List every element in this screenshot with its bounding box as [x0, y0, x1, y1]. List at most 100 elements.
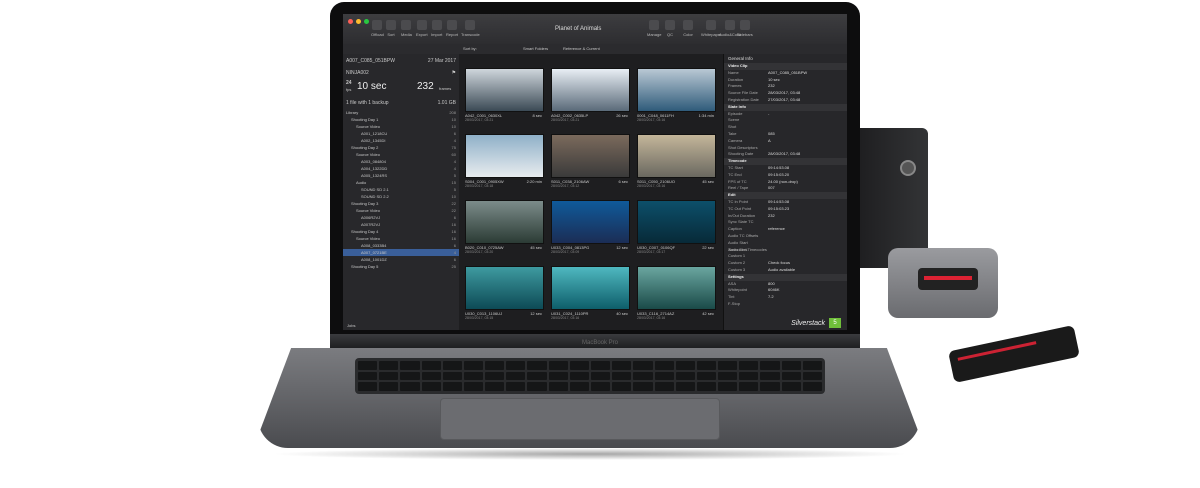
- property-value[interactable]: 232: [768, 213, 775, 220]
- storage-device-portable: [948, 325, 1080, 383]
- clip-thumbnail[interactable]: U033_C004_0813PG 12 sec 28/03/2017, 03:09: [551, 200, 630, 254]
- property-key: Episode: [728, 110, 743, 116]
- library-sidebar: A007_C085_051BPW 27 Mar 2017 NINJA002 ⚑ 24…: [343, 54, 460, 330]
- property-value[interactable]: 24.00 (non-drop): [768, 179, 798, 186]
- zoom-icon[interactable]: [364, 19, 369, 24]
- window-title[interactable]: Planet of Animals: [555, 26, 601, 32]
- sidebar-item-a004-1322dd[interactable]: A004_1322DD 4: [343, 165, 459, 172]
- sidebar-item-a007r2vj[interactable]: A007R2VJ 16: [343, 221, 459, 228]
- jobs-label[interactable]: Jobs: [347, 323, 355, 328]
- close-icon[interactable]: [348, 19, 353, 24]
- property-value[interactable]: 007: [768, 185, 775, 192]
- clip-thumbnail[interactable]: B020_C010_0725AW 45 sec 28/03/2017, 03:20: [465, 200, 544, 254]
- sidebar-item-a005-1324rs[interactable]: A005_1324RS 5: [343, 172, 459, 179]
- sidebar-item-label: A003_084804: [361, 159, 386, 164]
- smart-folders-tab[interactable]: Smart Folders: [523, 46, 548, 51]
- property-key: Audio Start Timecodes: [728, 239, 748, 252]
- sidebar-item-a008-0333b4[interactable]: A008_0333B4 6: [343, 242, 459, 249]
- clip-preview-image: [465, 200, 544, 244]
- sidebar-item-a008-1001dz[interactable]: A008_1001DZ 6: [343, 256, 459, 263]
- property-value[interactable]: 7.2: [768, 294, 774, 301]
- clip-date: 28/03/2017, 03:16: [637, 118, 666, 122]
- sidebar-item-source-video[interactable]: Source Video 16: [343, 235, 459, 242]
- inspector-section-edit[interactable]: Edit: [724, 192, 847, 199]
- property-value[interactable]: 800: [768, 281, 775, 288]
- sidebar-item-sound-sd-2-2[interactable]: SOUND SD 2.2 10: [343, 193, 459, 200]
- sidebar-item-a003-084804[interactable]: A003_084804 4: [343, 158, 459, 165]
- sidebar-item-count: 5: [453, 187, 456, 192]
- sidebar-item-a002-1345di[interactable]: A002_1345DI 4: [343, 137, 459, 144]
- inspector-section-video-clip[interactable]: Video Clip: [724, 63, 847, 70]
- transcode-button[interactable]: Transcode: [461, 20, 480, 37]
- inspector-section-timecode[interactable]: Timecode: [724, 158, 847, 165]
- sidebar-item-shooting-day-1[interactable]: Shooting Day 1 10: [343, 116, 459, 123]
- duration-value: 10 sec: [357, 81, 387, 92]
- property-value[interactable]: -: [768, 111, 769, 118]
- sidebar-item-a006r2vj[interactable]: A006R2VJ 6: [343, 214, 459, 221]
- clip-thumbnail[interactable]: A042_C002_0635LP 26 sec 28/03/2017, 03:21: [551, 68, 630, 122]
- property-value[interactable]: A007_C085_051BPW: [768, 70, 807, 77]
- clip-thumbnail[interactable]: A042_C001_0630XL 8 sec 28/03/2017, 03:21: [465, 68, 544, 122]
- property-value[interactable]: 085: [768, 131, 775, 138]
- clip-thumbnail[interactable]: S004_C001_0905XW 2:20 min 28/03/2017, 03:1…: [465, 134, 544, 188]
- qc-button[interactable]: QC: [665, 20, 675, 37]
- property-value[interactable]: 232: [768, 83, 775, 90]
- sidebar-item-a001-1218cu[interactable]: A001_1218CU 6: [343, 130, 459, 137]
- clip-thumbnail[interactable]: U033_C116_2714AZ 42 sec 28/03/2017, 03:16: [637, 266, 716, 320]
- property-key: In/Out Duration: [728, 212, 756, 218]
- sidebar-item-shooting-day-3[interactable]: Shooting Day 3 22: [343, 200, 459, 207]
- property-value[interactable]: 09:15:03.20: [768, 172, 789, 179]
- property-value[interactable]: 28/03/2017, 03:48: [768, 90, 800, 97]
- sidebar-item-sound-sd-2-1[interactable]: SOUND SD 2.1 5: [343, 186, 459, 193]
- sidebar-item-source-video[interactable]: Source Video 10: [343, 123, 459, 130]
- property-value[interactable]: reference: [768, 226, 785, 233]
- sidebar-item-shooting-day-5[interactable]: Shooting Day 5 25: [343, 263, 459, 270]
- property-value[interactable]: 09:14:53.08: [768, 199, 789, 206]
- whitepaper-icon: [706, 20, 717, 30]
- sort-button[interactable]: Sort: [386, 20, 396, 37]
- clip-thumbnail[interactable]: U031_C024_1110PR 40 sec 28/03/2017, 03:16: [551, 266, 630, 320]
- color-button[interactable]: Color: [683, 20, 693, 37]
- property-key: Reel / Tape: [728, 185, 749, 191]
- sidebar-item-a007-0721be[interactable]: A007_0721BE 4: [343, 249, 459, 256]
- property-key: Scene: [728, 117, 740, 123]
- sidebar-item-count: 10: [451, 117, 456, 122]
- sidebar-item-shooting-day-2[interactable]: Shooting Day 2 75: [343, 144, 459, 151]
- property-value[interactable]: Check focus: [768, 260, 790, 267]
- media-button[interactable]: Media: [401, 20, 412, 37]
- clip-thumbnail[interactable]: U030_C007_0106QF 22 sec 28/03/2017, 03:17: [637, 200, 716, 254]
- property-key: Shot: [728, 124, 737, 130]
- clip-thumbnail[interactable]: 0001_C048_0611FH 1:34 min 28/03/2017, 03:1…: [637, 68, 716, 122]
- property-value[interactable]: A: [768, 138, 771, 145]
- sidebar-item-audio[interactable]: Audio 15: [343, 179, 459, 186]
- reference-tab[interactable]: Reference & Current: [563, 46, 600, 51]
- inspector-section-settings[interactable]: Settings: [724, 273, 847, 281]
- offload-button[interactable]: Offload: [371, 20, 384, 37]
- sidebar-item-shooting-day-4[interactable]: Shooting Day 4 16: [343, 228, 459, 235]
- property-value[interactable]: 6046K: [768, 287, 780, 294]
- clip-preview-image: [637, 266, 716, 310]
- inspector-section-slate-info[interactable]: Slate Info: [724, 103, 847, 111]
- sidebar-item-library[interactable]: Library 208: [343, 109, 459, 116]
- sidebars-button[interactable]: Sidebars: [737, 20, 753, 37]
- clip-thumbnail[interactable]: S011_C050_2106UO 45 sec 28/03/2017, 03:16: [637, 134, 716, 188]
- manage-button[interactable]: Manage: [647, 20, 661, 37]
- property-value[interactable]: 10 sec: [768, 77, 780, 84]
- clip-thumbnail[interactable]: U030_C013_1106UJ 12 sec 28/03/2017, 03:15: [465, 266, 544, 320]
- import-button[interactable]: Import: [431, 20, 442, 37]
- inspector-row: Source File Date 28/03/2017, 03:48: [724, 90, 847, 97]
- property-value[interactable]: 27/03/2017, 03:48: [768, 97, 800, 104]
- property-value[interactable]: 09:14:53.08: [768, 165, 789, 172]
- property-value[interactable]: 28/03/2017, 03:48: [768, 151, 800, 158]
- minimize-icon[interactable]: [356, 19, 361, 24]
- sidebar-item-source-video[interactable]: Source Video 22: [343, 207, 459, 214]
- report-button[interactable]: Report: [446, 20, 458, 37]
- clip-thumbnail[interactable]: S011_C038_2106AW 6 sec 28/03/2017, 03:12: [551, 134, 630, 188]
- export-button[interactable]: Export: [416, 20, 428, 37]
- sidebar-item-count: 4: [453, 138, 456, 143]
- sidebar-item-source-video[interactable]: Source Video 60: [343, 151, 459, 158]
- property-key: Duration: [728, 76, 744, 82]
- property-value[interactable]: 09:15:03.23: [768, 206, 789, 213]
- flag-icon[interactable]: ⚑: [452, 70, 456, 77]
- property-value[interactable]: Audio available: [768, 267, 795, 274]
